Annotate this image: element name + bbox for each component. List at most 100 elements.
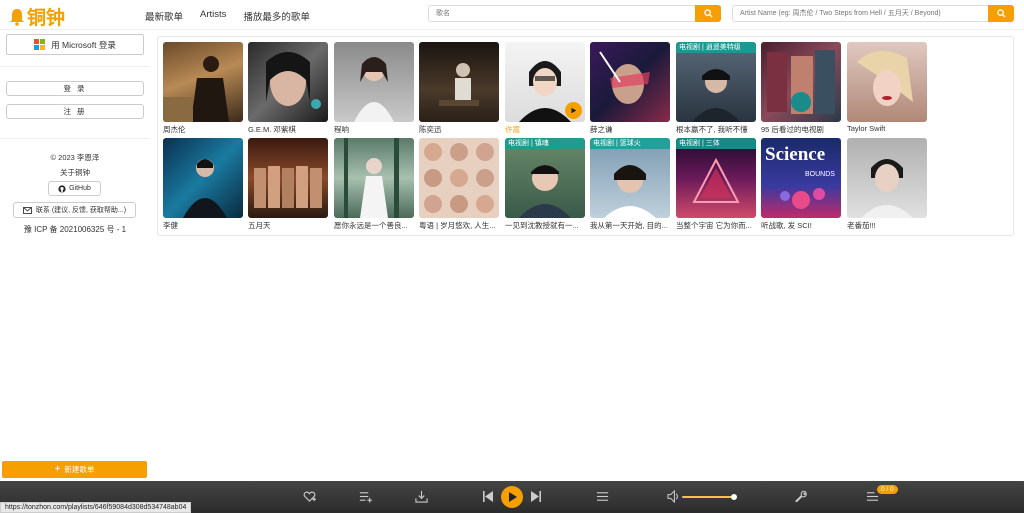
song-search-button[interactable] xyxy=(695,5,721,22)
previous-icon[interactable] xyxy=(483,491,493,502)
playlist-cover xyxy=(163,42,243,122)
logo[interactable]: 铜钟 xyxy=(9,3,65,30)
artist-search-input[interactable] xyxy=(733,6,1013,21)
playlist-card[interactable]: 粤语 | 岁月悠欢, 人生... xyxy=(419,138,499,231)
volume-slider[interactable] xyxy=(682,496,736,498)
playlist-card[interactable]: 愿你永远是一个善良... xyxy=(334,138,414,231)
microsoft-login-label: 用 Microsoft 登录 xyxy=(51,39,116,50)
playlist-card[interactable]: 电视剧 | 三体 当整个宇宙 它为你而... xyxy=(676,138,756,231)
playlist-title: 一见到沈教授就有一... xyxy=(505,221,579,230)
playlist-title: 听战歌, 发 SCI! xyxy=(761,221,812,230)
icp-text[interactable]: 豫 ICP 备 2021006325 号 - 1 xyxy=(0,224,150,235)
microsoft-login-button[interactable]: 用 Microsoft 登录 xyxy=(6,34,144,55)
play-button[interactable] xyxy=(501,486,523,508)
play-icon[interactable] xyxy=(565,102,582,119)
queue-count-badge: 0 / 0 xyxy=(877,485,898,494)
playlist-tag: 电视剧 | 篮球火 xyxy=(590,138,670,149)
playlist-cover xyxy=(590,42,670,122)
new-playlist-label: 新建歌单 xyxy=(64,465,95,474)
playlist-card[interactable]: 李健 xyxy=(163,138,243,231)
artist-search-button[interactable] xyxy=(988,5,1014,22)
settings-wrench-icon[interactable] xyxy=(794,490,807,503)
play-icon xyxy=(508,492,517,502)
playlist-card[interactable]: 周杰伦 xyxy=(163,42,243,135)
playlist-card[interactable]: 五月天 xyxy=(248,138,328,231)
github-label: GitHub xyxy=(69,185,91,192)
playlist-cover: 电视剧 | 逍遥美特级 xyxy=(676,42,756,122)
volume-slider-handle[interactable] xyxy=(731,494,737,500)
playlist-card[interactable]: 电视剧 | 篮球火 我从第一天开始, 目的... xyxy=(590,138,670,231)
playlist-card[interactable]: 电视剧 | 逍遥美特级 根本赢不了, 我听不懂 xyxy=(676,42,756,135)
playlist-tag: 电视剧 | 三体 xyxy=(676,138,756,149)
brand-name: 铜钟 xyxy=(27,7,66,29)
playlist-title: 五月天 xyxy=(248,221,271,230)
playlist-title: 程响 xyxy=(334,125,349,134)
search-icon xyxy=(703,9,713,18)
github-button[interactable]: GitHub xyxy=(48,181,101,196)
playlist-card[interactable]: G.E.M. 邓紫棋 xyxy=(248,42,328,135)
nav-artists[interactable]: Artists xyxy=(200,9,226,23)
playlist-card[interactable]: Taylor Swift xyxy=(847,42,927,133)
playlist-cover: Science BOUNDS xyxy=(761,138,841,218)
playlist-card[interactable]: 电视剧 | 镇魂 一见到沈教授就有一... xyxy=(505,138,585,231)
playlist-title: 老番茄!!! xyxy=(847,221,876,230)
login-button[interactable]: 登 录 xyxy=(6,81,144,96)
playlist-tag: 电视剧 | 逍遥美特级 xyxy=(676,42,756,53)
svg-text:Science: Science xyxy=(765,144,825,165)
contact-label: 联系 (建议, 反馈, 获取帮助...) xyxy=(35,207,127,214)
contact-button[interactable]: 联系 (建议, 反馈, 获取帮助...) xyxy=(13,202,136,218)
status-url: https://tonzhon.com/playlists/646f59084d… xyxy=(0,502,192,513)
playlist-card[interactable]: 95 后看过的电视剧 xyxy=(761,42,841,135)
add-to-playlist-icon[interactable] xyxy=(359,490,372,503)
playlist-cover xyxy=(419,138,499,218)
download-icon[interactable] xyxy=(415,490,428,503)
playlist-card[interactable]: 许嵩 xyxy=(505,42,585,135)
nav-most-played[interactable]: 播放最多的歌单 xyxy=(243,9,310,23)
playlist-cover xyxy=(163,138,243,218)
playlist-title: 薛之谦 xyxy=(590,125,613,134)
playlist-title: G.E.M. 邓紫棋 xyxy=(248,125,296,134)
playlist-card[interactable]: 老番茄!!! xyxy=(847,138,927,231)
playlist-card[interactable]: 程响 xyxy=(334,42,414,135)
artist-search xyxy=(732,5,1014,22)
svg-text:BOUNDS: BOUNDS xyxy=(805,171,835,178)
playlist-title: 粤语 | 岁月悠欢, 人生... xyxy=(419,221,496,230)
bell-icon xyxy=(10,8,24,26)
playlist-title: 根本赢不了, 我听不懂 xyxy=(676,125,748,134)
register-button[interactable]: 注 册 xyxy=(6,104,144,119)
microsoft-icon xyxy=(34,39,46,50)
playlist-title: 李健 xyxy=(163,221,178,230)
new-playlist-button[interactable]: + 新建歌单 xyxy=(2,461,147,478)
playlist-grid: 周杰伦 G.E.M. 邓紫棋 程响 陈奕迅 许嵩 薛之谦 电视剧 | 逍遥美特级… xyxy=(157,36,1014,236)
playlist-cover xyxy=(248,138,328,218)
sidebar: 用 Microsoft 登录 登 录 注 册 © 2023 李恩泽 关于铜钟 G… xyxy=(0,30,150,480)
favorite-add-icon[interactable] xyxy=(303,490,316,503)
playlist-cover xyxy=(248,42,328,122)
playlist-cover xyxy=(334,138,414,218)
song-search-input[interactable] xyxy=(429,6,720,21)
playlist-cover xyxy=(419,42,499,122)
playlist-card[interactable]: 薛之谦 xyxy=(590,42,670,135)
divider xyxy=(0,138,150,139)
playlist-cover: 电视剧 | 镇魂 xyxy=(505,138,585,218)
playlist-cover xyxy=(505,42,585,122)
playlist-cover xyxy=(847,138,927,218)
search-icon xyxy=(996,9,1006,18)
loop-mode-icon[interactable] xyxy=(596,490,609,503)
next-icon[interactable] xyxy=(531,491,541,502)
playlist-card[interactable]: 陈奕迅 xyxy=(419,42,499,135)
volume-icon[interactable] xyxy=(667,490,680,503)
playlist-cover: 电视剧 | 篮球火 xyxy=(590,138,670,218)
nav-latest-playlists[interactable]: 最新歌单 xyxy=(145,9,183,23)
playlist-card[interactable]: Science BOUNDS 听战歌, 发 SCI! xyxy=(761,138,841,231)
playlist-title: Taylor Swift xyxy=(847,124,886,133)
playlist-title: 95 后看过的电视剧 xyxy=(761,125,824,134)
about-link[interactable]: 关于铜钟 xyxy=(0,167,150,178)
copyright-text: © 2023 李恩泽 xyxy=(50,153,100,162)
main-nav: 最新歌单 Artists 播放最多的歌单 xyxy=(145,9,310,23)
playlist-title: 当整个宇宙 它为你而... xyxy=(676,221,752,230)
github-icon xyxy=(58,184,66,193)
playlist-title: 愿你永远是一个善良... xyxy=(334,221,408,230)
plus-icon: + xyxy=(54,463,61,475)
playlist-cover: 电视剧 | 三体 xyxy=(676,138,756,218)
